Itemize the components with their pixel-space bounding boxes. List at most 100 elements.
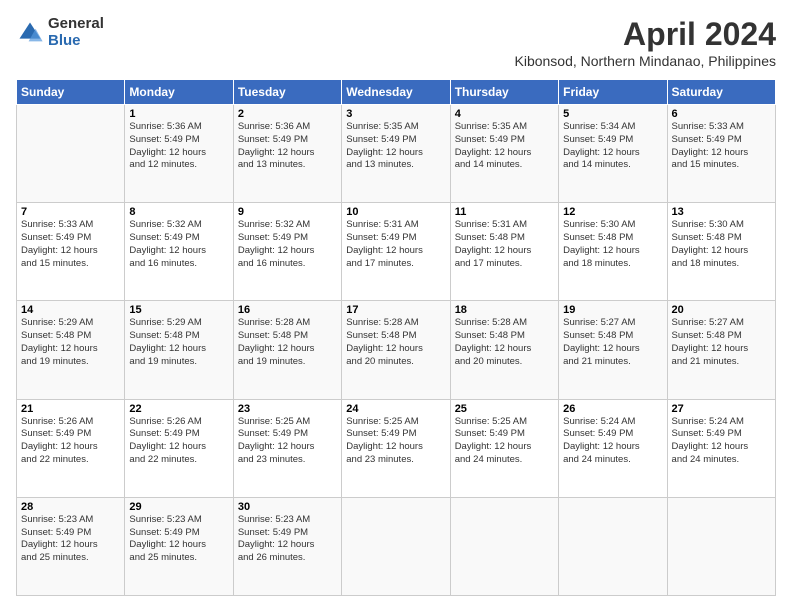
calendar-cell: 18Sunrise: 5:28 AM Sunset: 5:48 PM Dayli… <box>450 301 558 399</box>
calendar-row-0: 1Sunrise: 5:36 AM Sunset: 5:49 PM Daylig… <box>17 105 776 203</box>
day-number: 11 <box>455 206 554 218</box>
title-block: April 2024 Kibonsod, Northern Mindanao, … <box>515 16 777 69</box>
calendar-cell: 2Sunrise: 5:36 AM Sunset: 5:49 PM Daylig… <box>233 105 341 203</box>
calendar-cell: 23Sunrise: 5:25 AM Sunset: 5:49 PM Dayli… <box>233 399 341 497</box>
calendar-cell: 7Sunrise: 5:33 AM Sunset: 5:49 PM Daylig… <box>17 203 125 301</box>
day-number: 8 <box>129 206 228 218</box>
calendar-row-4: 28Sunrise: 5:23 AM Sunset: 5:49 PM Dayli… <box>17 497 776 595</box>
day-number: 25 <box>455 403 554 415</box>
day-number: 17 <box>346 304 445 316</box>
day-info: Sunrise: 5:24 AM Sunset: 5:49 PM Dayligh… <box>563 416 662 467</box>
calendar-cell <box>667 497 775 595</box>
day-info: Sunrise: 5:30 AM Sunset: 5:48 PM Dayligh… <box>563 219 662 270</box>
day-number: 7 <box>21 206 120 218</box>
calendar-table: Sunday Monday Tuesday Wednesday Thursday… <box>16 79 776 596</box>
calendar-cell: 9Sunrise: 5:32 AM Sunset: 5:49 PM Daylig… <box>233 203 341 301</box>
day-number: 3 <box>346 108 445 120</box>
col-sunday: Sunday <box>17 80 125 105</box>
subtitle: Kibonsod, Northern Mindanao, Philippines <box>515 53 777 69</box>
day-info: Sunrise: 5:23 AM Sunset: 5:49 PM Dayligh… <box>129 514 228 565</box>
day-number: 21 <box>21 403 120 415</box>
calendar-cell: 28Sunrise: 5:23 AM Sunset: 5:49 PM Dayli… <box>17 497 125 595</box>
day-number: 4 <box>455 108 554 120</box>
logo-general: General <box>48 16 104 33</box>
day-info: Sunrise: 5:36 AM Sunset: 5:49 PM Dayligh… <box>129 121 228 172</box>
day-number: 15 <box>129 304 228 316</box>
day-number: 14 <box>21 304 120 316</box>
header: General Blue April 2024 Kibonsod, Northe… <box>16 16 776 69</box>
calendar-cell: 25Sunrise: 5:25 AM Sunset: 5:49 PM Dayli… <box>450 399 558 497</box>
day-number: 19 <box>563 304 662 316</box>
day-info: Sunrise: 5:28 AM Sunset: 5:48 PM Dayligh… <box>455 317 554 368</box>
day-info: Sunrise: 5:24 AM Sunset: 5:49 PM Dayligh… <box>672 416 771 467</box>
day-number: 2 <box>238 108 337 120</box>
calendar-cell: 3Sunrise: 5:35 AM Sunset: 5:49 PM Daylig… <box>342 105 450 203</box>
day-number: 23 <box>238 403 337 415</box>
calendar-cell: 30Sunrise: 5:23 AM Sunset: 5:49 PM Dayli… <box>233 497 341 595</box>
calendar-cell: 17Sunrise: 5:28 AM Sunset: 5:48 PM Dayli… <box>342 301 450 399</box>
calendar-row-2: 14Sunrise: 5:29 AM Sunset: 5:48 PM Dayli… <box>17 301 776 399</box>
day-number: 5 <box>563 108 662 120</box>
calendar-cell: 10Sunrise: 5:31 AM Sunset: 5:49 PM Dayli… <box>342 203 450 301</box>
calendar-cell: 14Sunrise: 5:29 AM Sunset: 5:48 PM Dayli… <box>17 301 125 399</box>
calendar-cell: 5Sunrise: 5:34 AM Sunset: 5:49 PM Daylig… <box>559 105 667 203</box>
day-info: Sunrise: 5:32 AM Sunset: 5:49 PM Dayligh… <box>129 219 228 270</box>
day-number: 16 <box>238 304 337 316</box>
calendar-cell: 24Sunrise: 5:25 AM Sunset: 5:49 PM Dayli… <box>342 399 450 497</box>
logo-blue: Blue <box>48 33 104 50</box>
day-info: Sunrise: 5:23 AM Sunset: 5:49 PM Dayligh… <box>238 514 337 565</box>
day-number: 24 <box>346 403 445 415</box>
col-thursday: Thursday <box>450 80 558 105</box>
calendar-cell: 19Sunrise: 5:27 AM Sunset: 5:48 PM Dayli… <box>559 301 667 399</box>
calendar-cell: 11Sunrise: 5:31 AM Sunset: 5:48 PM Dayli… <box>450 203 558 301</box>
calendar-row-1: 7Sunrise: 5:33 AM Sunset: 5:49 PM Daylig… <box>17 203 776 301</box>
day-info: Sunrise: 5:28 AM Sunset: 5:48 PM Dayligh… <box>346 317 445 368</box>
calendar-row-3: 21Sunrise: 5:26 AM Sunset: 5:49 PM Dayli… <box>17 399 776 497</box>
calendar-cell: 1Sunrise: 5:36 AM Sunset: 5:49 PM Daylig… <box>125 105 233 203</box>
day-info: Sunrise: 5:29 AM Sunset: 5:48 PM Dayligh… <box>21 317 120 368</box>
calendar-cell <box>450 497 558 595</box>
day-number: 26 <box>563 403 662 415</box>
day-info: Sunrise: 5:34 AM Sunset: 5:49 PM Dayligh… <box>563 121 662 172</box>
col-wednesday: Wednesday <box>342 80 450 105</box>
col-saturday: Saturday <box>667 80 775 105</box>
calendar-cell: 20Sunrise: 5:27 AM Sunset: 5:48 PM Dayli… <box>667 301 775 399</box>
day-info: Sunrise: 5:23 AM Sunset: 5:49 PM Dayligh… <box>21 514 120 565</box>
calendar-cell: 29Sunrise: 5:23 AM Sunset: 5:49 PM Dayli… <box>125 497 233 595</box>
day-info: Sunrise: 5:32 AM Sunset: 5:49 PM Dayligh… <box>238 219 337 270</box>
day-info: Sunrise: 5:25 AM Sunset: 5:49 PM Dayligh… <box>346 416 445 467</box>
main-title: April 2024 <box>515 16 777 53</box>
calendar-cell: 6Sunrise: 5:33 AM Sunset: 5:49 PM Daylig… <box>667 105 775 203</box>
col-friday: Friday <box>559 80 667 105</box>
day-info: Sunrise: 5:31 AM Sunset: 5:49 PM Dayligh… <box>346 219 445 270</box>
day-info: Sunrise: 5:33 AM Sunset: 5:49 PM Dayligh… <box>672 121 771 172</box>
day-info: Sunrise: 5:26 AM Sunset: 5:49 PM Dayligh… <box>21 416 120 467</box>
col-monday: Monday <box>125 80 233 105</box>
calendar-cell: 16Sunrise: 5:28 AM Sunset: 5:48 PM Dayli… <box>233 301 341 399</box>
day-info: Sunrise: 5:27 AM Sunset: 5:48 PM Dayligh… <box>672 317 771 368</box>
day-info: Sunrise: 5:29 AM Sunset: 5:48 PM Dayligh… <box>129 317 228 368</box>
day-number: 22 <box>129 403 228 415</box>
day-number: 12 <box>563 206 662 218</box>
day-info: Sunrise: 5:26 AM Sunset: 5:49 PM Dayligh… <box>129 416 228 467</box>
calendar-cell <box>342 497 450 595</box>
calendar-cell: 27Sunrise: 5:24 AM Sunset: 5:49 PM Dayli… <box>667 399 775 497</box>
calendar-cell <box>559 497 667 595</box>
day-info: Sunrise: 5:36 AM Sunset: 5:49 PM Dayligh… <box>238 121 337 172</box>
logo: General Blue <box>16 16 104 49</box>
day-info: Sunrise: 5:35 AM Sunset: 5:49 PM Dayligh… <box>455 121 554 172</box>
day-number: 30 <box>238 501 337 513</box>
calendar-cell: 15Sunrise: 5:29 AM Sunset: 5:48 PM Dayli… <box>125 301 233 399</box>
calendar-cell: 21Sunrise: 5:26 AM Sunset: 5:49 PM Dayli… <box>17 399 125 497</box>
calendar-header-row: Sunday Monday Tuesday Wednesday Thursday… <box>17 80 776 105</box>
day-number: 20 <box>672 304 771 316</box>
calendar-cell: 4Sunrise: 5:35 AM Sunset: 5:49 PM Daylig… <box>450 105 558 203</box>
day-info: Sunrise: 5:33 AM Sunset: 5:49 PM Dayligh… <box>21 219 120 270</box>
day-info: Sunrise: 5:25 AM Sunset: 5:49 PM Dayligh… <box>238 416 337 467</box>
day-number: 18 <box>455 304 554 316</box>
day-info: Sunrise: 5:35 AM Sunset: 5:49 PM Dayligh… <box>346 121 445 172</box>
logo-text: General Blue <box>48 16 104 49</box>
day-number: 29 <box>129 501 228 513</box>
calendar-cell: 22Sunrise: 5:26 AM Sunset: 5:49 PM Dayli… <box>125 399 233 497</box>
col-tuesday: Tuesday <box>233 80 341 105</box>
